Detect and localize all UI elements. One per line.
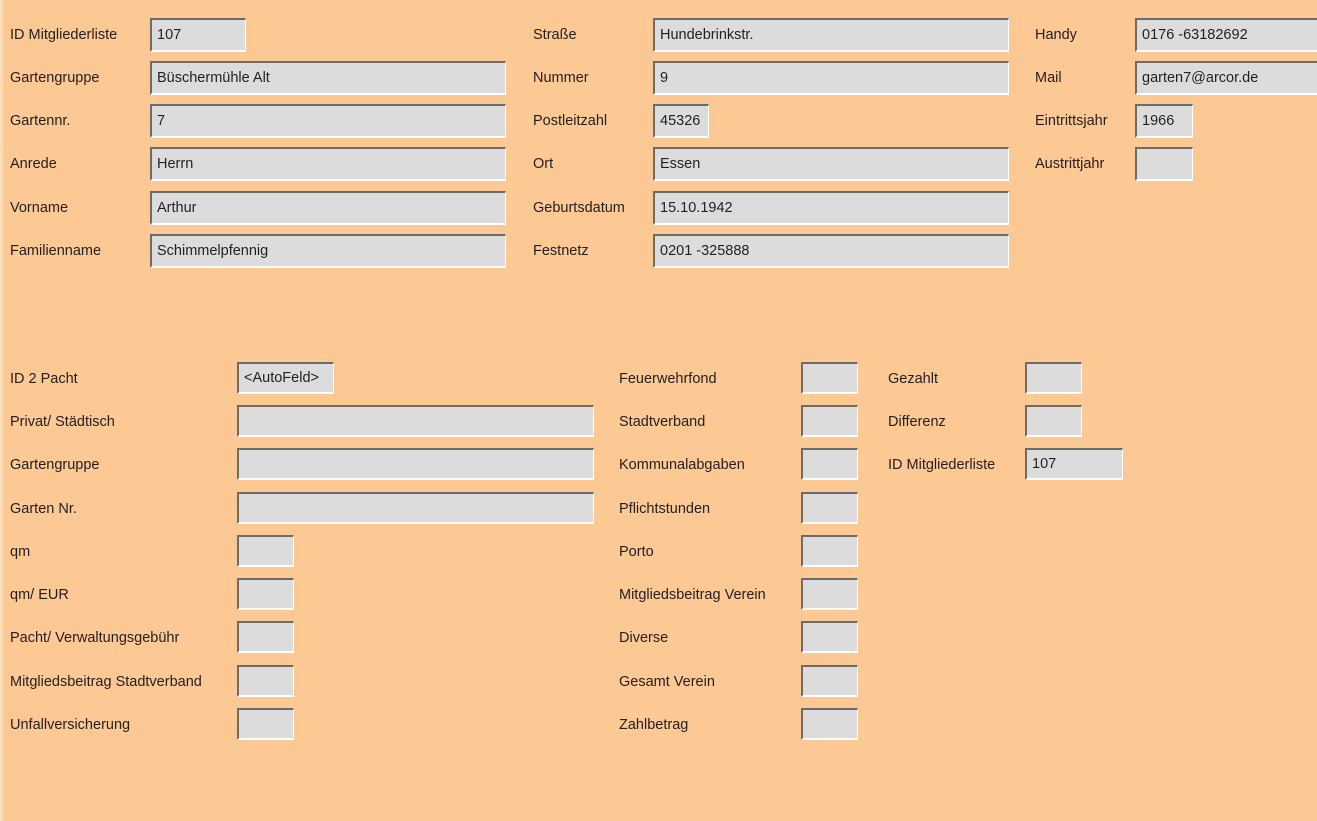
field-mitgliedsbeitrag-stadtverband[interactable] [237,665,294,697]
field-anrede[interactable]: Herrn [150,147,506,181]
field-nummer[interactable]: 9 [653,61,1009,95]
label-feuerwehrfond: Feuerwehrfond [619,371,717,387]
label-gartengruppe: Gartengruppe [10,70,100,86]
field-qm[interactable] [237,535,294,567]
label-pacht-gartengruppe: Gartengruppe [10,457,100,473]
field-mitgliedsbeitrag-verein[interactable] [801,578,858,610]
label-gesamt-verein: Gesamt Verein [619,674,715,690]
label-pacht-verwaltungsgebuehr: Pacht/ Verwaltungsgebühr [10,630,180,646]
label-nummer: Nummer [533,70,589,86]
label-eintrittsjahr: Eintrittsjahr [1035,113,1108,129]
field-id-2-pacht[interactable]: <AutoFeld> [237,362,334,394]
field-familienname[interactable]: Schimmelpfennig [150,234,506,268]
field-vorname[interactable]: Arthur [150,191,506,225]
field-garten-nr[interactable] [237,492,594,524]
label-ort: Ort [533,156,554,172]
label-unfallversicherung: Unfallversicherung [10,717,131,733]
field-pacht-verwaltungsgebuehr[interactable] [237,621,294,653]
label-diverse: Diverse [619,630,669,646]
member-lease-form: ID Mitgliederliste Gartengruppe Gartennr… [0,0,1317,821]
field-privat-staedtisch[interactable] [237,405,594,437]
field-gezahlt[interactable] [1025,362,1082,394]
field-strasse[interactable]: Hundebrinkstr. [653,18,1009,52]
field-gartennr[interactable]: 7 [150,104,506,138]
label-stadtverband: Stadtverband [619,414,706,430]
field-porto[interactable] [801,535,858,567]
field-pacht-gartengruppe[interactable] [237,448,594,480]
field-qm-eur[interactable] [237,578,294,610]
field-geburtsdatum[interactable]: 15.10.1942 [653,191,1009,225]
label-kommunalabgaben: Kommunalabgaben [619,457,745,473]
label-privat-staedtisch: Privat/ Städtisch [10,414,115,430]
label-mitgliedsbeitrag-stadtverband: Mitgliedsbeitrag Stadtverband [10,674,202,690]
field-stadtverband[interactable] [801,405,858,437]
field-diverse[interactable] [801,621,858,653]
label-familienname: Familienname [10,243,102,259]
label-id-2-pacht: ID 2 Pacht [10,371,78,387]
label-qm-eur: qm/ EUR [10,587,69,603]
label-porto: Porto [619,544,654,560]
field-pflichtstunden[interactable] [801,492,858,524]
label-mail: Mail [1035,70,1062,86]
label-anrede: Anrede [10,156,57,172]
field-unfallversicherung[interactable] [237,708,294,740]
label-postleitzahl: Postleitzahl [533,113,608,129]
field-ort[interactable]: Essen [653,147,1009,181]
field-gesamt-verein[interactable] [801,665,858,697]
field-feuerwehrfond[interactable] [801,362,858,394]
label-austrittjahr: Austrittjahr [1035,156,1105,172]
field-festnetz[interactable]: 0201 -325888 [653,234,1009,268]
label-pflichtstunden: Pflichtstunden [619,501,711,517]
label-pacht-id-mitgliederliste: ID Mitgliederliste [888,457,996,473]
label-id-mitgliederliste: ID Mitgliederliste [10,27,118,43]
field-austrittjahr[interactable] [1135,147,1193,181]
label-zahlbetrag: Zahlbetrag [619,717,689,733]
label-festnetz: Festnetz [533,243,589,259]
field-kommunalabgaben[interactable] [801,448,858,480]
label-garten-nr: Garten Nr. [10,501,77,517]
label-gezahlt: Gezahlt [888,371,938,387]
label-handy: Handy [1035,27,1077,43]
field-id-mitgliederliste[interactable]: 107 [150,18,246,52]
field-postleitzahl[interactable]: 45326 [653,104,709,138]
field-eintrittsjahr[interactable]: 1966 [1135,104,1193,138]
label-geburtsdatum: Geburtsdatum [533,200,625,216]
field-handy[interactable]: 0176 -63182692 [1135,18,1317,52]
field-gartengruppe[interactable]: Büschermühle Alt [150,61,506,95]
field-pacht-id-mitgliederliste[interactable]: 107 [1025,448,1123,480]
field-zahlbetrag[interactable] [801,708,858,740]
label-strasse: Straße [533,27,577,43]
label-gartennr: Gartennr. [10,113,71,129]
field-differenz[interactable] [1025,405,1082,437]
label-vorname: Vorname [10,200,69,216]
label-mitgliedsbeitrag-verein: Mitgliedsbeitrag Verein [619,587,766,603]
label-qm: qm [10,544,31,560]
label-differenz: Differenz [888,414,946,430]
field-mail[interactable]: garten7@arcor.de [1135,61,1317,95]
